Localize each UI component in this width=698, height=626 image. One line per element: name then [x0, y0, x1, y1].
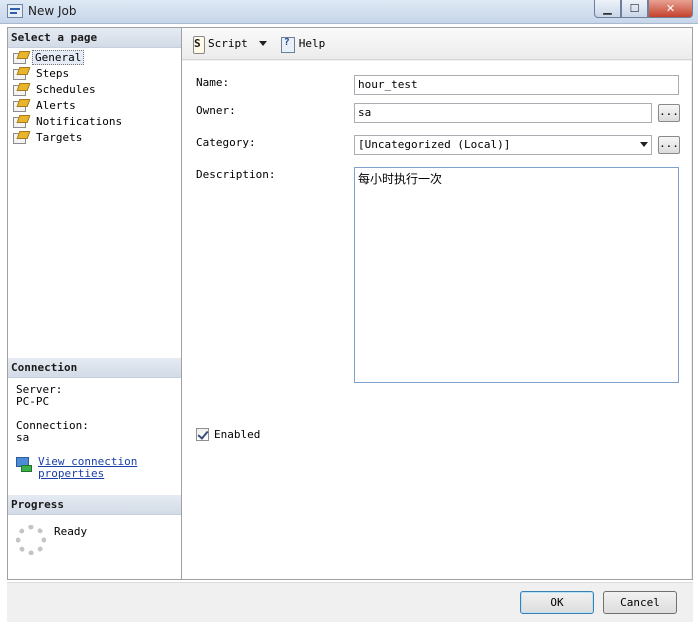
enabled-checkbox[interactable]: [196, 428, 209, 441]
page-item-label: Alerts: [36, 98, 76, 112]
progress-body: Ready: [8, 515, 181, 579]
help-label: Help: [298, 37, 326, 50]
owner-label: Owner:: [196, 104, 236, 117]
owner-input[interactable]: sa: [354, 103, 652, 123]
ok-button[interactable]: OK: [520, 591, 594, 614]
page-icon: [12, 99, 28, 112]
dialog-button-bar: OK Cancel: [7, 582, 693, 622]
page-icon: [12, 115, 28, 128]
page-item-label: General: [32, 49, 85, 65]
toolbar: Script Help: [182, 28, 692, 60]
name-input[interactable]: hour_test: [354, 75, 679, 95]
script-icon: [191, 35, 205, 54]
page-icon: [12, 51, 28, 64]
select-page-header: Select a page: [8, 28, 181, 48]
help-icon: [280, 36, 296, 53]
script-dropdown-icon[interactable]: [258, 41, 267, 46]
title-bar: New Job ▁ ☐ ✕: [0, 0, 698, 24]
category-select[interactable]: [Uncategorized (Local)]: [354, 135, 652, 155]
job-window-icon: [7, 4, 23, 18]
left-panel: Select a page General Steps Schedules Al…: [7, 27, 182, 580]
page-item-label: Schedules: [36, 82, 96, 96]
cancel-button[interactable]: Cancel: [603, 591, 677, 614]
page-item-label: Notifications: [36, 114, 123, 128]
progress-section: Progress Ready: [8, 495, 181, 579]
category-browse-button[interactable]: ...: [658, 136, 680, 154]
page-icon: [12, 67, 28, 80]
connection-header: Connection: [8, 358, 181, 378]
category-value: [Uncategorized (Local)]: [358, 138, 511, 151]
general-form: Name: hour_test Owner: sa ... Category: …: [182, 61, 691, 579]
owner-browse-button[interactable]: ...: [658, 104, 680, 122]
page-item-label: Targets: [36, 130, 83, 144]
window-title: New Job: [28, 4, 77, 18]
name-label: Name:: [196, 76, 230, 89]
link-line-2: properties: [38, 467, 105, 480]
right-panel: Script Help Name: hour_test Owner: sa ..…: [182, 27, 693, 580]
view-connection-properties-link[interactable]: View connection properties: [16, 456, 173, 480]
connection-value: sa: [16, 431, 30, 444]
script-button[interactable]: Script: [188, 33, 251, 55]
server-value: PC-PC: [16, 395, 50, 408]
page-item-steps[interactable]: Steps: [10, 65, 179, 81]
connection-section: Connection Server: PC-PC Connection: sa …: [8, 358, 181, 486]
chevron-down-icon: [640, 142, 648, 147]
network-icon: [16, 457, 32, 472]
view-connection-properties-text[interactable]: View connection properties: [38, 456, 137, 480]
page-list: General Steps Schedules Alerts Notificat…: [8, 48, 181, 146]
description-textarea[interactable]: 每小时执行一次: [354, 167, 679, 383]
page-item-targets[interactable]: Targets: [10, 129, 179, 145]
enabled-label: Enabled: [214, 428, 261, 441]
connection-info: Server: PC-PC Connection: sa View connec…: [8, 378, 181, 486]
help-button[interactable]: Help: [277, 33, 329, 55]
window-controls: ▁ ☐ ✕: [594, 0, 693, 18]
connection-label: Connection:: [16, 419, 89, 432]
maximize-button[interactable]: ☐: [621, 0, 648, 18]
progress-header: Progress: [8, 495, 181, 515]
page-item-alerts[interactable]: Alerts: [10, 97, 179, 113]
category-label: Category:: [196, 136, 256, 149]
enabled-row[interactable]: Enabled: [196, 428, 260, 441]
page-item-label: Steps: [36, 66, 70, 80]
page-icon: [12, 83, 28, 96]
minimize-button[interactable]: ▁: [594, 0, 621, 18]
page-item-notifications[interactable]: Notifications: [10, 113, 179, 129]
page-icon: [12, 131, 28, 144]
close-button[interactable]: ✕: [648, 0, 693, 18]
script-label: Script: [208, 37, 248, 50]
page-item-general[interactable]: General: [10, 49, 179, 65]
progress-spinner-icon: [16, 525, 46, 555]
page-item-schedules[interactable]: Schedules: [10, 81, 179, 97]
description-label: Description:: [196, 168, 276, 181]
progress-status: Ready: [54, 525, 88, 538]
